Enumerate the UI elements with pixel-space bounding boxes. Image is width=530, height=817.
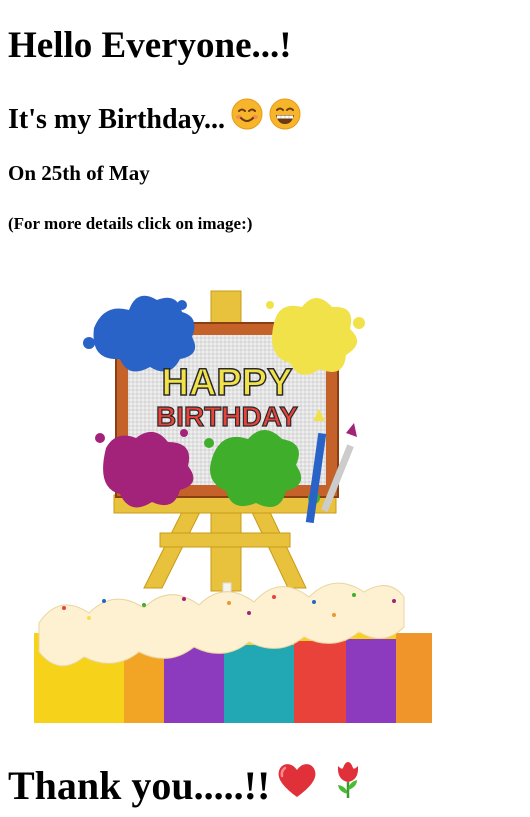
- paint-splash-blue: [83, 295, 196, 372]
- heart-icon: [276, 760, 318, 812]
- tulip-icon: [332, 760, 364, 812]
- details-heading: (For more details click on image:): [8, 214, 253, 233]
- cake: [34, 582, 432, 723]
- topper-happy-text: HAPPY: [162, 362, 293, 404]
- birthday-heading: It's my Birthday...: [8, 98, 301, 142]
- greeting-heading: Hello Everyone...!: [8, 25, 292, 66]
- thank-you-heading: Thank you.....!!: [8, 760, 364, 812]
- smiling-face-icon: [231, 98, 263, 142]
- grinning-face-icon: [269, 98, 301, 142]
- birthday-heading-text: It's my Birthday...: [8, 104, 226, 135]
- birthday-cake-image-link[interactable]: HAPPY BIRTHDAY: [34, 283, 432, 723]
- birthday-cake-image: HAPPY BIRTHDAY: [34, 290, 432, 723]
- topper-birthday-text: BIRTHDAY: [156, 401, 298, 432]
- thank-you-text: Thank you.....!!: [8, 763, 271, 808]
- date-heading: On 25th of May: [8, 161, 150, 185]
